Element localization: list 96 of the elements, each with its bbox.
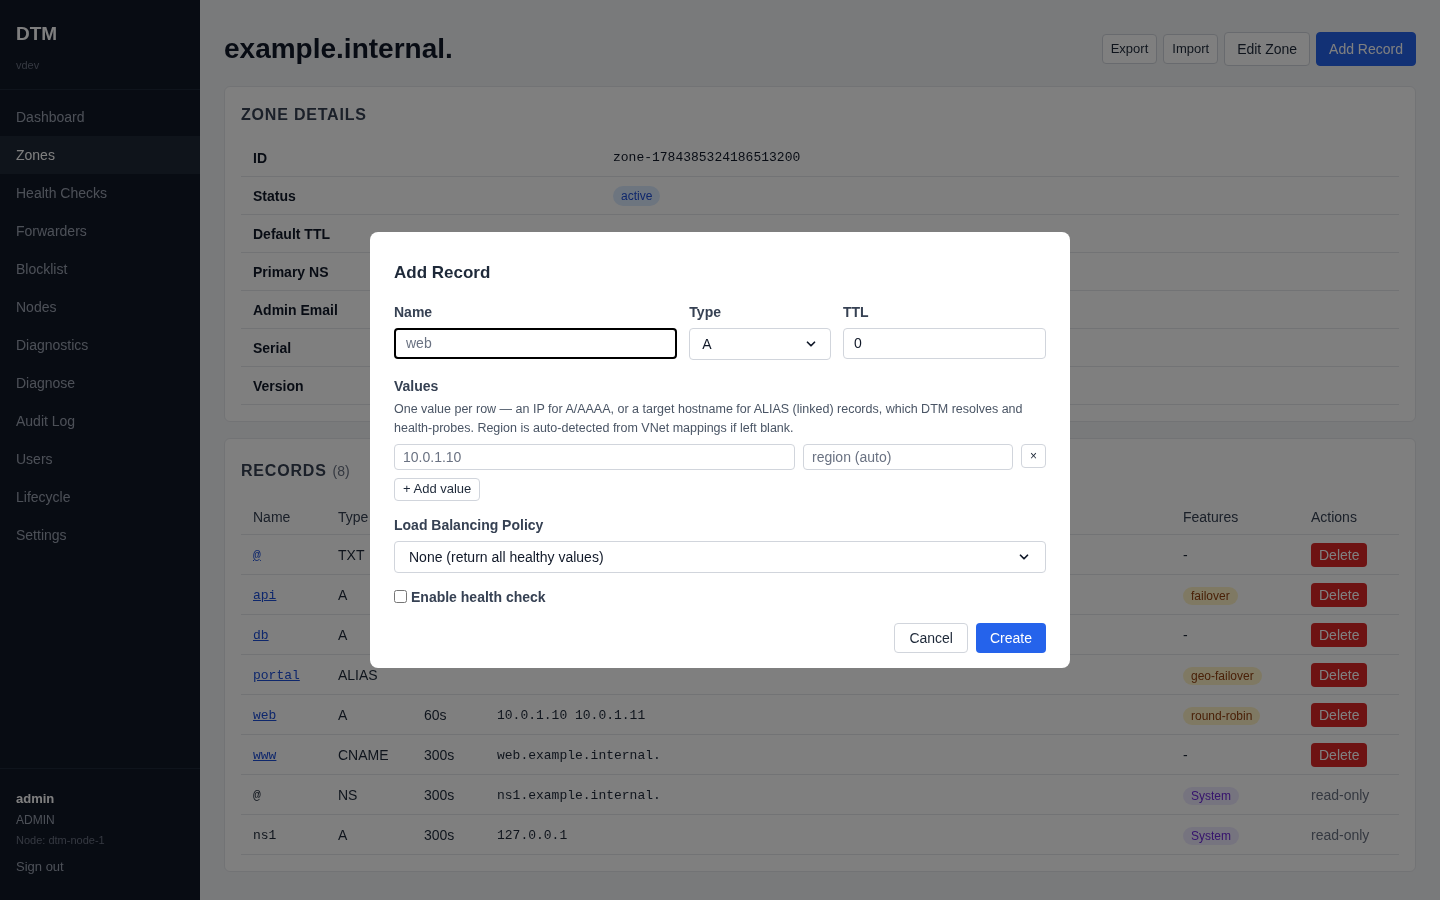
remove-value-button[interactable]: × [1021,443,1046,468]
delete-button[interactable]: Delete [1311,542,1368,567]
page-title: example.internal. [224,32,453,66]
system-tag: System [1183,786,1239,805]
feature-text: - [1183,626,1188,643]
nav-item[interactable]: Health Checks [0,174,200,212]
delete-button[interactable]: Delete [1311,662,1368,687]
nav-item[interactable]: Nodes [0,288,200,326]
read-only-label: read-only [1311,786,1370,803]
nav-item[interactable]: Diagnostics [0,326,200,364]
nav-item[interactable]: Blocklist [0,250,200,288]
record-value: ns1.example.internal. [497,787,661,803]
record-ttl: 60s [424,706,447,723]
ttl-field[interactable]: 0 [843,327,1046,359]
field-label: TTL [843,302,870,322]
header-button[interactable]: Edit Zone [1224,32,1311,66]
column-header: Name [253,508,291,525]
dialog-button[interactable]: Create [975,622,1046,653]
region-field[interactable]: region (auto) [803,443,1013,470]
status-badge: active [613,185,661,206]
feature-tag: geo-failover [1183,666,1262,685]
detail-label: Serial [253,339,292,356]
delete-button[interactable]: Delete [1311,702,1368,727]
health-check-checkbox[interactable] [394,590,407,603]
detail-label: Primary NS [253,263,329,280]
record-type: TXT [338,546,365,563]
user-name: admin [16,789,56,808]
nav-item[interactable]: Forwarders [0,212,200,250]
record-name-link[interactable]: portal [253,667,300,683]
user-role: ADMIN [16,812,56,828]
record-type: NS [338,786,358,803]
record-name-link[interactable]: @ [253,547,261,563]
record-type: A [338,586,348,603]
nav-item[interactable]: Zones [0,136,200,174]
record-count: (8) [332,462,350,481]
record-type: A [338,706,348,723]
card-title: RECORDS [241,461,327,481]
record-type: ALIAS [338,666,378,683]
nav-item[interactable]: Dashboard [0,98,200,136]
field-label: Name [394,302,434,322]
delete-button[interactable]: Delete [1311,622,1368,647]
feature-text: - [1183,546,1188,563]
sign-out-link[interactable]: Sign out [16,856,184,876]
header-button[interactable]: Add Record [1316,32,1416,66]
record-name: @ [253,787,261,803]
nav-item[interactable]: Settings [0,516,200,554]
feature-tag: failover [1183,586,1238,605]
add-value-button[interactable]: + Add value [394,477,481,501]
read-only-label: read-only [1311,826,1370,843]
detail-label: Status [253,187,296,204]
nav-item[interactable]: Users [0,440,200,478]
field-label: Load Balancing Policy [394,515,545,535]
record-name-link[interactable]: www [253,747,277,763]
name-field[interactable]: web [394,327,678,359]
detail-value: zone-1784385324186513200 [613,148,801,167]
system-tag: System [1183,826,1239,845]
record-type: A [338,826,348,843]
record-ttl: 300s [424,826,455,843]
field-label: Values [394,376,440,396]
record-name-link[interactable]: api [253,587,277,603]
values-help-text: One value per row — an IP for A/AAAA, or a target hostname for ALIAS (linked) records, which DTM resolves and health-probes. Region is auto-detected from VNet mappings if left blank. [394,400,1024,437]
checkbox-label: Enable health check [411,587,546,607]
delete-button[interactable]: Delete [1311,742,1368,767]
header-button[interactable]: Export [1101,34,1158,64]
detail-label: Default TTL [253,225,330,242]
type-select[interactable]: A [689,327,831,360]
record-value: 127.0.0.1 [497,827,568,843]
record-value: web.example.internal. [497,747,661,763]
feature-tag: round-robin [1183,706,1261,725]
policy-select[interactable]: None (return all healthy values) [394,540,1046,573]
detail-label: ID [253,149,267,166]
record-name: ns1 [253,827,277,843]
nav-item[interactable]: Lifecycle [0,478,200,516]
value-field[interactable]: 10.0.1.10 [394,443,795,470]
card-title: ZONE DETAILS [241,105,368,125]
column-header: Features [1183,508,1239,525]
record-ttl: 300s [424,746,455,763]
delete-button[interactable]: Delete [1311,582,1368,607]
nav-item[interactable]: Audit Log [0,402,200,440]
detail-label: Version [253,377,304,394]
column-header: Actions [1311,507,1357,527]
detail-label: Admin Email [253,301,338,318]
header-button[interactable]: Import [1163,34,1219,64]
record-type: A [338,626,348,643]
record-type: CNAME [338,746,389,763]
brand-name: DTM [16,22,59,46]
nav-item[interactable]: Diagnose [0,364,200,402]
record-name-link[interactable]: db [253,627,269,643]
field-label: Type [689,302,722,322]
record-name-link[interactable]: web [253,707,277,723]
record-value: 10.0.1.10 10.0.1.11 [497,707,646,723]
column-header: Type [338,508,369,525]
dialog-title: Add Record [394,262,492,284]
record-ttl: 300s [424,786,455,803]
dialog-button[interactable]: Cancel [894,622,968,653]
feature-text: - [1183,746,1188,763]
